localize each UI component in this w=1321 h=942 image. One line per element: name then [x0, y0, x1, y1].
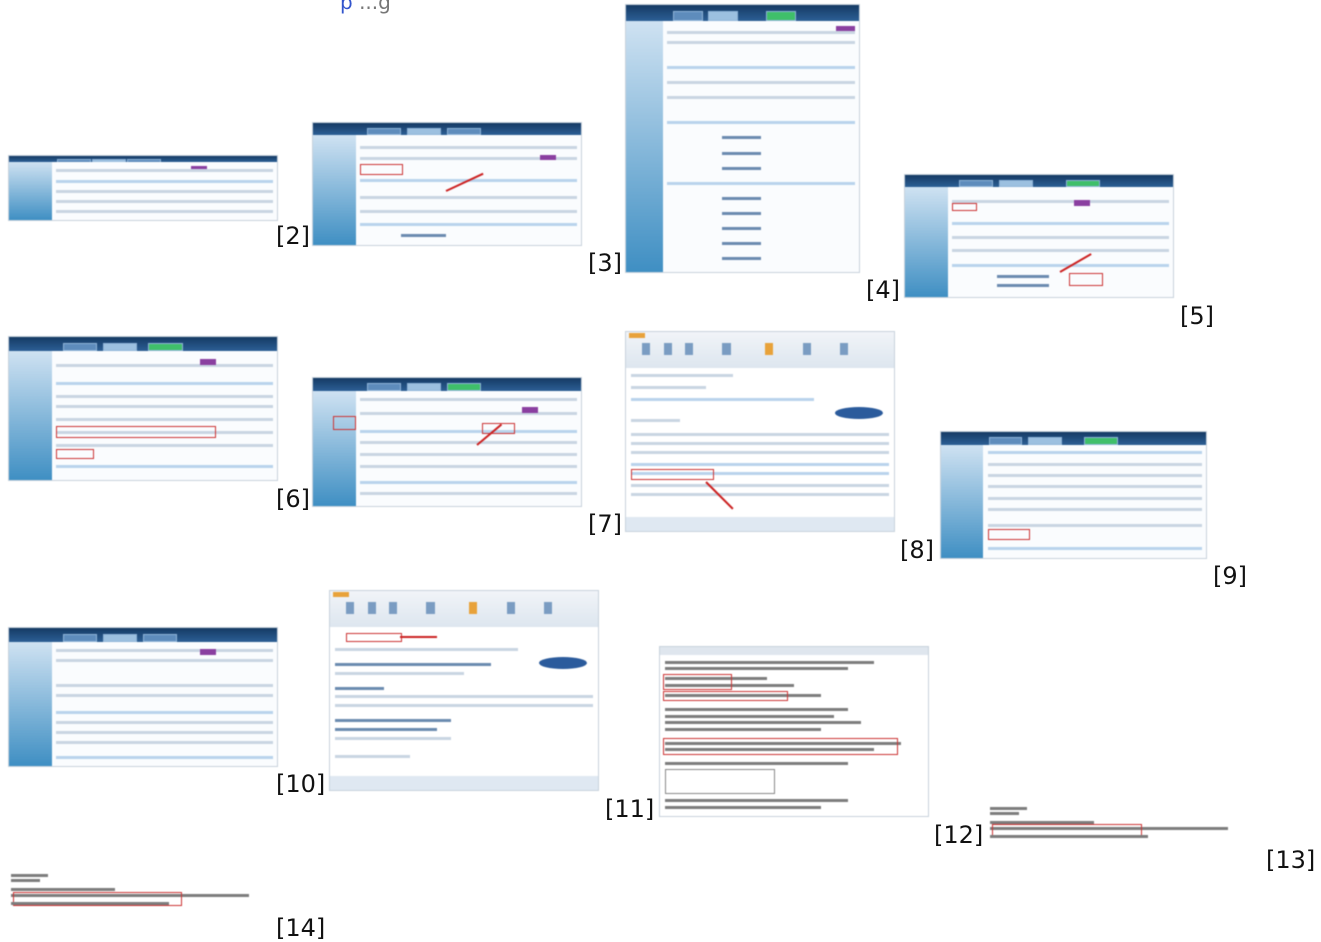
figure-label: [12]	[934, 821, 984, 849]
figure-label: [7]	[588, 510, 622, 538]
screenshot-thumbnail-1[interactable]	[8, 155, 278, 221]
screenshot-thumbnail-7[interactable]	[625, 331, 895, 532]
figure-label: [5]	[1180, 302, 1214, 330]
figure-label: [2]	[276, 222, 310, 250]
top-link[interactable]: p ...g	[340, 0, 391, 14]
figure-label: [13]	[1266, 846, 1316, 874]
figure-label: [9]	[1213, 562, 1247, 590]
figure-label: [14]	[276, 914, 326, 942]
figure-label: [3]	[588, 249, 622, 277]
figure-label: [10]	[276, 770, 326, 798]
screenshot-thumbnail-2[interactable]	[312, 122, 582, 246]
screenshot-thumbnail-8[interactable]	[940, 431, 1207, 559]
screenshot-thumbnail-4[interactable]	[904, 174, 1174, 298]
figure-label: [4]	[866, 276, 900, 304]
top-link-text[interactable]: p	[340, 0, 353, 14]
figure-label: [6]	[276, 485, 310, 513]
screenshot-thumbnail-3[interactable]	[625, 4, 860, 273]
screenshot-thumbnail-11[interactable]	[659, 646, 929, 817]
screenshot-thumbnail-12[interactable]	[987, 805, 1255, 845]
screenshot-thumbnail-6[interactable]	[312, 377, 582, 507]
figure-label: [11]	[605, 795, 655, 823]
screenshot-thumbnail-13[interactable]	[8, 872, 276, 912]
figure-label: [8]	[900, 536, 934, 564]
screenshot-thumbnail-10[interactable]	[329, 590, 599, 791]
top-link-rest: ...g	[359, 0, 391, 14]
screenshot-thumbnail-5[interactable]	[8, 336, 278, 481]
screenshot-thumbnail-9[interactable]	[8, 627, 278, 767]
